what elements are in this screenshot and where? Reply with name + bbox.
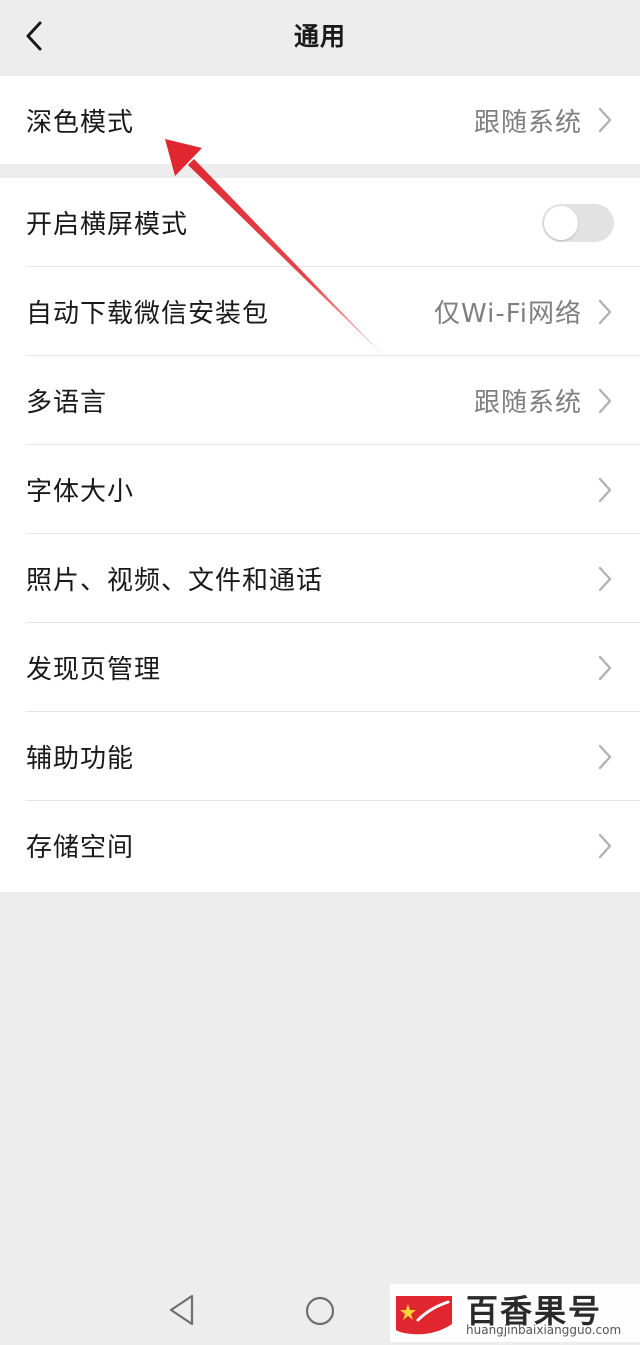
chevron-right-icon xyxy=(598,655,612,680)
setting-row-storage[interactable]: 存储空间 xyxy=(0,801,640,890)
watermark-url: huangjinbaixiangguo.com xyxy=(466,1323,622,1337)
settings-group-dark-mode: 深色模式 跟随系统 xyxy=(0,76,640,164)
setting-value: 跟随系统 xyxy=(473,388,582,418)
chevron-right-icon xyxy=(598,388,612,413)
setting-label: 存储空间 xyxy=(26,833,135,863)
setting-row-language[interactable]: 多语言 跟随系统 xyxy=(0,356,640,445)
toggle-knob xyxy=(544,205,578,240)
setting-row-auto-download[interactable]: 自动下载微信安装包 仅Wi-Fi网络 xyxy=(0,267,640,356)
setting-value: 仅Wi-Fi网络 xyxy=(433,299,582,329)
setting-label: 照片、视频、文件和通话 xyxy=(26,566,324,596)
chevron-right-icon xyxy=(598,299,612,324)
setting-row-landscape-mode[interactable]: 开启横屏模式 xyxy=(0,178,640,267)
setting-label: 发现页管理 xyxy=(26,655,162,685)
settings-group-general: 开启横屏模式 自动下载微信安装包 仅Wi-Fi网络 多语言 跟随系统 字体大小 … xyxy=(0,178,640,892)
setting-row-font-size[interactable]: 字体大小 xyxy=(0,445,640,534)
setting-label: 深色模式 xyxy=(26,107,135,138)
setting-label: 开启横屏模式 xyxy=(26,210,189,240)
setting-label: 字体大小 xyxy=(26,477,135,507)
chevron-right-icon xyxy=(598,744,612,769)
setting-row-dark-mode[interactable]: 深色模式 跟随系统 xyxy=(0,76,640,164)
chevron-right-icon xyxy=(598,107,612,133)
red-flag-logo-icon xyxy=(396,1296,452,1335)
top-nav-bar: 通用 xyxy=(0,0,640,74)
circle-home-icon[interactable] xyxy=(304,1295,336,1327)
chevron-right-icon xyxy=(598,566,612,591)
setting-row-accessibility[interactable]: 辅助功能 xyxy=(0,712,640,801)
setting-row-discover-management[interactable]: 发现页管理 xyxy=(0,623,640,712)
setting-value: 跟随系统 xyxy=(473,107,582,138)
chevron-right-icon xyxy=(598,833,612,858)
page-title: 通用 xyxy=(293,22,346,51)
landscape-toggle-switch[interactable] xyxy=(542,203,614,242)
triangle-back-icon[interactable] xyxy=(166,1293,198,1327)
setting-label: 多语言 xyxy=(26,388,108,418)
setting-row-media-files-calls[interactable]: 照片、视频、文件和通话 xyxy=(0,534,640,623)
chevron-right-icon xyxy=(598,477,612,502)
setting-label: 辅助功能 xyxy=(26,744,135,774)
watermark: 百香果号 huangjinbaixiangguo.com xyxy=(390,1284,640,1342)
setting-label: 自动下载微信安装包 xyxy=(26,299,270,329)
